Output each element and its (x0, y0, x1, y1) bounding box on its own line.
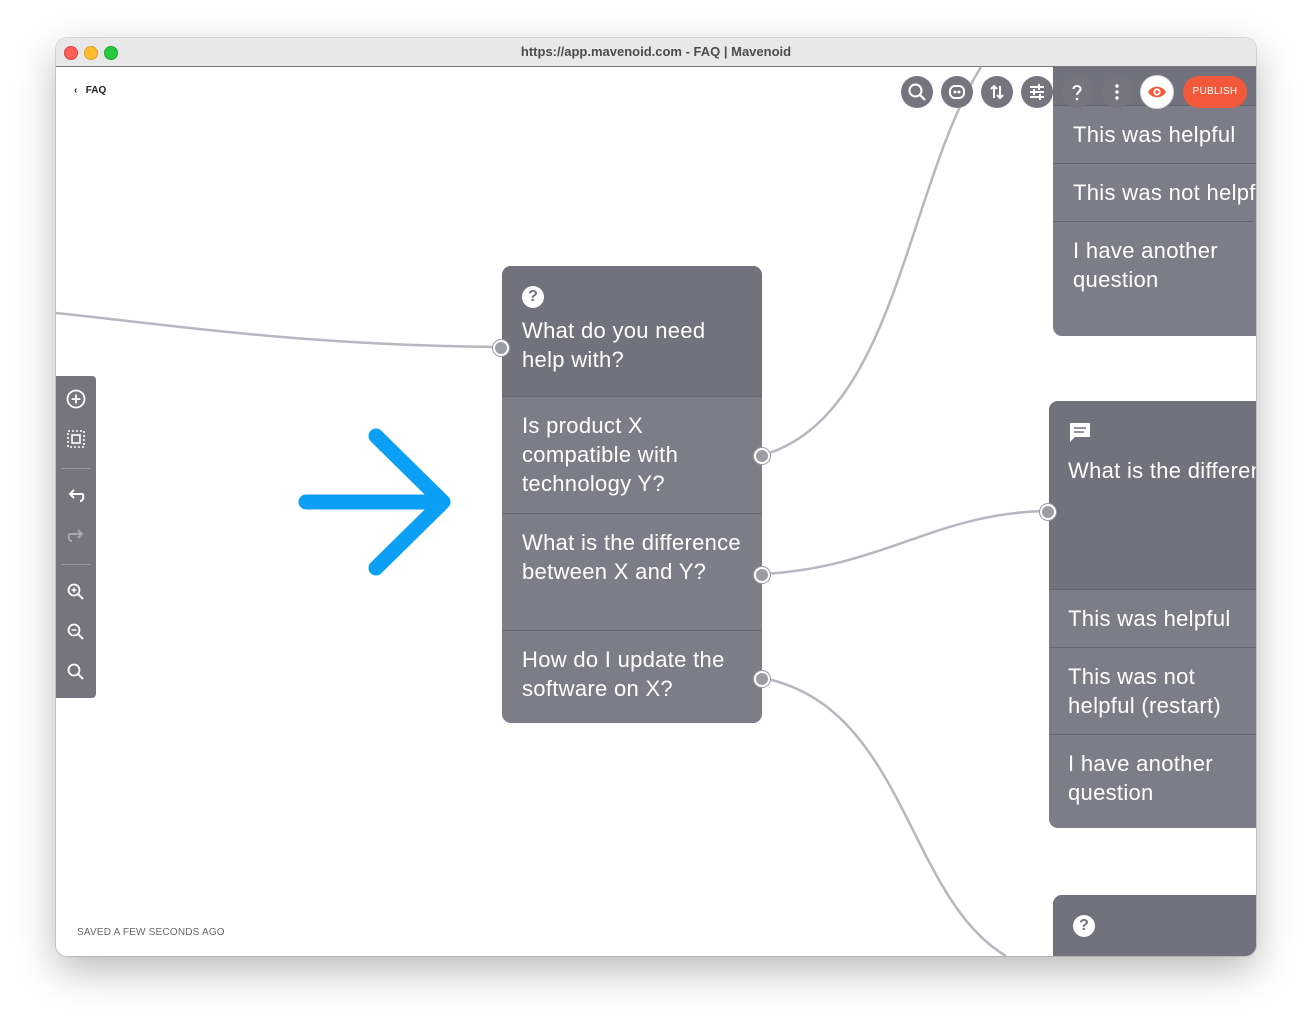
output-port[interactable] (754, 671, 770, 687)
select-area-icon[interactable] (66, 429, 86, 449)
sliders-icon (1030, 84, 1044, 100)
option-row[interactable]: I have another question (1049, 734, 1256, 821)
undo-icon[interactable] (66, 486, 86, 506)
node-question: What do you need help with? (522, 318, 706, 372)
node-head: ? What do you need help with? (502, 266, 762, 396)
node-head: What is the difference between product X… (1049, 401, 1256, 589)
publish-button[interactable]: PUBLISH (1183, 76, 1247, 108)
question-icon: ? (1073, 915, 1095, 937)
node-head: ? (1053, 895, 1256, 956)
chevron-left-icon: ‹ (74, 85, 78, 96)
eye-icon (1148, 86, 1166, 98)
redo-icon[interactable] (66, 526, 86, 546)
blue-arrow (298, 428, 451, 576)
output-port[interactable] (754, 567, 770, 583)
preview-button[interactable] (1141, 76, 1173, 108)
question-node-update[interactable]: ? (1053, 895, 1256, 956)
browser-window: https://app.mavenoid.com - FAQ | Mavenoi… (56, 38, 1256, 956)
zoom-fit-icon[interactable] (66, 662, 86, 682)
toolbar-divider (62, 468, 90, 469)
question-icon: ? (522, 286, 544, 308)
answer-node-difference[interactable]: What is the difference between product X… (1049, 401, 1256, 828)
option-row[interactable]: This was not helpful (restart) (1053, 163, 1256, 221)
input-port[interactable] (1040, 504, 1056, 520)
bot-icon (949, 85, 965, 99)
message-icon (1070, 423, 1090, 442)
search-button[interactable] (901, 76, 933, 108)
option-row[interactable]: Is product X compatible with technology … (502, 396, 762, 513)
flow-canvas[interactable]: ‹ FAQ This was helpful This was not help… (56, 67, 1256, 956)
option-row[interactable]: This was not helpful (restart) (1049, 647, 1256, 734)
title-bar: https://app.mavenoid.com - FAQ | Mavenoi… (56, 38, 1256, 67)
bot-button[interactable] (941, 76, 973, 108)
node-question: What is the difference between product X… (1068, 458, 1256, 483)
help-button[interactable] (1061, 76, 1093, 108)
help-icon (1072, 85, 1082, 101)
sort-button[interactable] (981, 76, 1013, 108)
swap-vertical-icon (990, 84, 1004, 100)
search-icon (908, 83, 926, 101)
question-node-main[interactable]: ? What do you need help with? Is product… (502, 266, 762, 723)
add-node-icon[interactable] (66, 389, 86, 409)
canvas-toolbar (56, 376, 96, 698)
input-port[interactable] (493, 340, 509, 356)
settings-button[interactable] (1021, 76, 1053, 108)
output-port[interactable] (754, 448, 770, 464)
option-row[interactable]: This was helpful (1049, 589, 1256, 647)
more-vertical-icon (1115, 84, 1119, 100)
window-title: https://app.mavenoid.com - FAQ | Mavenoi… (520, 44, 792, 59)
save-status: SAVED A FEW SECONDS AGO (77, 927, 225, 938)
more-menu-button[interactable] (1101, 76, 1133, 108)
back-label: FAQ (85, 85, 107, 96)
back-button[interactable]: ‹ FAQ (74, 85, 106, 96)
option-row[interactable]: I have another question (1053, 221, 1253, 308)
zoom-out-icon[interactable] (66, 622, 86, 642)
option-row[interactable]: How do I update the software on X? (502, 630, 762, 719)
zoom-in-icon[interactable] (66, 582, 86, 602)
option-row[interactable]: What is the difference between X and Y? (502, 513, 762, 630)
option-row[interactable]: This was helpful (1053, 105, 1256, 163)
toolbar-divider (62, 564, 90, 565)
